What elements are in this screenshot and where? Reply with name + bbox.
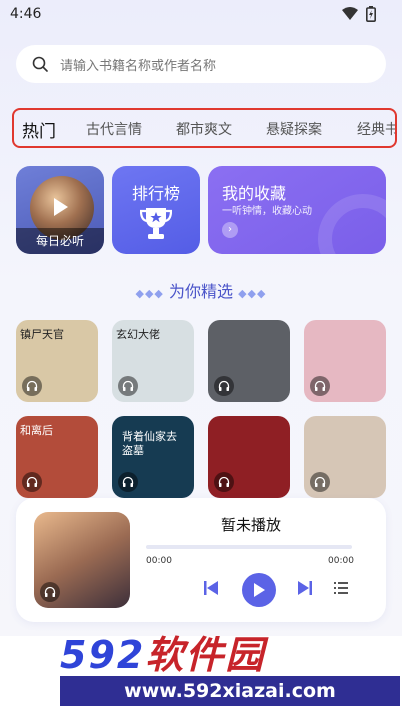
previous-icon[interactable] [204,580,218,596]
battery-icon [366,6,376,22]
search-icon [32,56,48,72]
headphones-icon [22,472,42,492]
progress-bar[interactable] [146,545,352,549]
headphones-icon [214,472,234,492]
watermark-url: www.592xiazai.com [60,676,400,706]
tab-mystery[interactable]: 悬疑探案 [266,119,322,139]
headphones-icon [310,376,330,396]
trophy-icon [140,208,172,239]
headphones-icon [22,376,42,396]
search-placeholder: 请输入书籍名称或作者名称 [60,58,217,74]
ranking-label: 排行榜 [131,184,180,203]
time-total: 00:00 [328,556,354,566]
headphones-icon [118,376,138,396]
arrow-right-icon[interactable]: › [222,222,238,238]
time-elapsed: 00:00 [146,556,172,566]
diamond-decor-right: ◆◆◆ [238,287,267,300]
play-button[interactable] [242,573,276,607]
book-cover[interactable]: 镇尸天官 [16,320,98,402]
book-cover-title: 和离后 [20,424,53,437]
headphones-icon [40,582,60,602]
status-icons [342,6,376,22]
tab-urban[interactable]: 都市爽文 [176,119,232,139]
headphones-icon [310,472,330,492]
status-bar: 4:46 [0,0,402,30]
player-cover-art[interactable] [34,512,130,608]
section-title: ◆◆◆ 为你精选 ◆◆◆ [0,278,402,302]
play-icon [54,198,68,216]
section-title-text: 为你精选 [168,282,233,301]
decor-ring [318,194,386,254]
status-time: 4:46 [10,6,42,22]
search-bar[interactable]: 请输入书籍名称或作者名称 [16,45,386,83]
playlist-icon[interactable] [334,582,348,594]
book-cover-title: 玄幻大佬 [116,328,160,341]
favorites-title: 我的收藏 [222,184,287,203]
book-cover-title: 背着仙家去盗墓 [122,430,177,457]
watermark-number: 592 [60,633,146,677]
category-tabs: 热门 古代言情 都市爽文 悬疑探案 经典书 [12,108,397,148]
ranking-card[interactable]: 排行榜 [112,166,200,254]
tab-hot[interactable]: 热门 [22,117,56,142]
mini-player: 暂未播放 00:00 00:00 [16,498,386,622]
book-cover[interactable]: 和离后 [16,416,98,498]
tab-ancient-romance[interactable]: 古代言情 [86,119,142,139]
tab-classic[interactable]: 经典书 [357,119,395,139]
watermark-text: 软件园 [145,633,266,677]
book-cover[interactable]: 玄幻大佬 [112,320,194,402]
player-title: 暂未播放 [220,516,281,534]
book-cover[interactable] [304,320,386,402]
favorites-subtitle: 一听钟情，收藏心动 [222,206,312,217]
wifi-icon [342,7,358,20]
next-icon[interactable] [298,580,312,596]
book-cover-title: 镇尸天官 [20,328,64,341]
book-cover[interactable] [208,320,290,402]
watermark-logo: 592软件园 [60,624,400,677]
book-cover[interactable]: 背着仙家去盗墓 [112,416,194,498]
diamond-decor-left: ◆◆◆ [135,287,164,300]
daily-listen-label: 每日必听 [16,228,104,254]
play-icon [254,583,265,597]
headphones-icon [214,376,234,396]
favorites-card[interactable]: 我的收藏 一听钟情，收藏心动 › [208,166,386,254]
headphones-icon [118,472,138,492]
daily-listen-card[interactable]: 每日必听 [16,166,104,254]
book-cover[interactable] [208,416,290,498]
book-cover[interactable] [304,416,386,498]
